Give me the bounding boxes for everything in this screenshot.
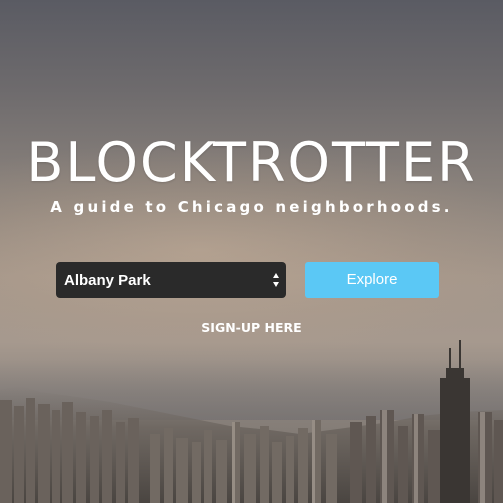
site-title: BLOCKTROTTER (26, 131, 477, 194)
up-down-arrows-icon (273, 273, 279, 287)
neighborhood-select[interactable]: Albany Park (56, 262, 286, 298)
city-skyline-image (0, 340, 503, 503)
site-tagline: A guide to Chicago neighborhoods. (50, 198, 453, 216)
neighborhood-select-value: Albany Park (64, 271, 151, 289)
signup-link[interactable]: SIGN-UP HERE (0, 318, 503, 338)
hero-background (0, 0, 503, 503)
explore-button[interactable]: Explore (305, 262, 439, 298)
